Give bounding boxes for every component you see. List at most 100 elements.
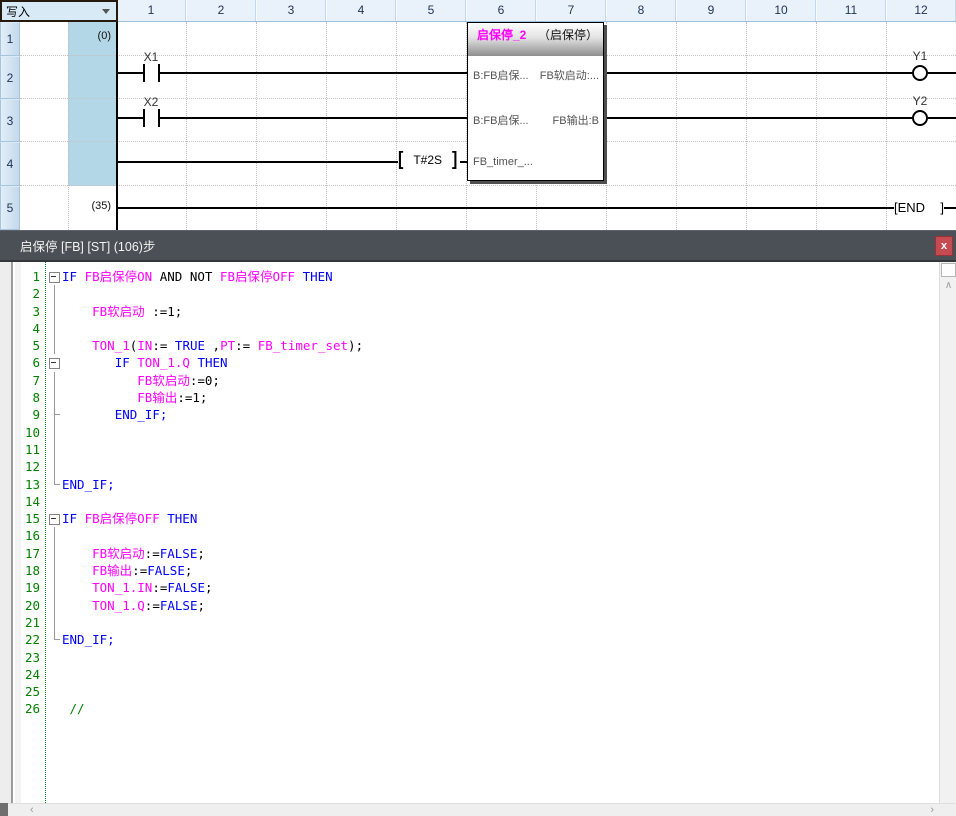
fold-guide: [47, 441, 62, 458]
fold-guide: [47, 337, 62, 354]
code-text: FB软启动:=FALSE;: [62, 545, 205, 562]
coil-y1-label[interactable]: Y1: [905, 49, 935, 63]
fold-guide: [47, 493, 62, 510]
row-header: 2: [0, 56, 20, 99]
app-window: 写入 123456789101112 12345 (0) (35) X1 Y1 …: [0, 0, 956, 816]
wire: [928, 117, 956, 119]
code-line: 26 //: [0, 700, 939, 717]
coil-y2-label[interactable]: Y2: [905, 94, 935, 108]
fold-guide: [47, 666, 62, 683]
wire: [944, 207, 956, 209]
coil-y1[interactable]: [912, 65, 928, 81]
wire: [118, 207, 894, 209]
code-line: 5 TON_1(IN:= TRUE ,PT:= FB_timer_set);: [0, 337, 939, 354]
fold-guide: [47, 631, 62, 648]
line-number: 11: [0, 441, 40, 458]
grid-line-v: [816, 22, 817, 230]
code-text: END_IF;: [62, 406, 167, 423]
code-text: END_IF;: [62, 476, 115, 493]
grid-line-v: [886, 22, 887, 230]
code-text: //: [62, 700, 85, 717]
coil-y2[interactable]: [912, 110, 928, 126]
fold-guide: [47, 683, 62, 700]
scroll-right-icon[interactable]: ›: [930, 804, 934, 816]
code-line: 12: [0, 458, 939, 475]
code-line: 15IF FB启保停OFF THEN: [0, 510, 939, 527]
ladder-editor: 写入 123456789101112 12345 (0) (35) X1 Y1 …: [0, 0, 956, 230]
line-number: 4: [0, 320, 40, 337]
fb-output-2: FB输出:B: [553, 112, 599, 128]
horizontal-scrollbar[interactable]: ‹ ›: [8, 803, 956, 816]
line-number: 25: [0, 683, 40, 700]
line-number: 14: [0, 493, 40, 510]
line-number: 8: [0, 389, 40, 406]
column-header: 11: [816, 0, 886, 21]
contact-x2-label[interactable]: X2: [137, 95, 165, 109]
line-number: 6: [0, 354, 40, 371]
code-line: 25: [0, 683, 939, 700]
grid-line-v: [326, 22, 327, 230]
code-text: END_IF;: [62, 631, 115, 648]
column-header: 4: [326, 0, 396, 21]
fold-toggle-icon[interactable]: [47, 354, 62, 371]
end-instruction[interactable]: [END ]: [894, 200, 944, 215]
code-text: FB输出:=1;: [62, 389, 207, 406]
grid-line-h: [20, 185, 956, 186]
line-number: 26: [0, 700, 40, 717]
code-text: IF FB启保停OFF THEN: [62, 510, 197, 527]
fold-toggle-icon[interactable]: [47, 268, 62, 285]
row-header: 3: [0, 99, 20, 142]
code-text: TON_1(IN:= TRUE ,PT:= FB_timer_set);: [62, 337, 363, 354]
fb-block-header: 启保停_2 （启保停）: [468, 23, 603, 56]
fold-guide: [47, 285, 62, 302]
scroll-up-icon[interactable]: ∧: [940, 280, 956, 291]
code-line: 22END_IF;: [0, 631, 939, 648]
code-line: 17 FB软启动:=FALSE;: [0, 545, 939, 562]
mode-selector-value: 写入: [2, 3, 102, 20]
fb-input-2: B:FB启保...: [473, 112, 529, 128]
fold-guide: [47, 303, 62, 320]
vertical-scrollbar[interactable]: ∧: [939, 262, 956, 803]
wire: [604, 72, 912, 74]
fold-guide: [47, 389, 62, 406]
grid-line-v: [256, 22, 257, 230]
grid-line-v: [606, 22, 607, 230]
timer-constant[interactable]: [ T#2S ]: [398, 151, 457, 169]
line-number: 23: [0, 649, 40, 666]
code-line: 19 TON_1.IN:=FALSE;: [0, 579, 939, 596]
line-number: 20: [0, 597, 40, 614]
code-line: 9 END_IF;: [0, 406, 939, 423]
wire: [160, 72, 467, 74]
mode-selector[interactable]: 写入: [0, 0, 118, 22]
fold-guide: [47, 562, 62, 579]
code-line: 4: [0, 320, 939, 337]
fold-guide: [47, 424, 62, 441]
st-editor[interactable]: 1IF FB启保停ON AND NOT FB启保停OFF THEN 23 FB软启…: [0, 262, 939, 803]
line-number: 12: [0, 458, 40, 475]
grid-line-v: [186, 22, 187, 230]
line-number: 19: [0, 579, 40, 596]
fb-block[interactable]: 启保停_2 （启保停） B:FB启保... B:FB启保... FB_timer…: [467, 22, 604, 181]
column-header: 8: [606, 0, 676, 21]
contact-x1-bar: [143, 64, 145, 82]
scroll-left-icon[interactable]: ‹: [30, 804, 34, 816]
contact-x1-label[interactable]: X1: [137, 50, 165, 64]
line-number: 7: [0, 372, 40, 389]
code-line: 3 FB软启动 :=1;: [0, 303, 939, 320]
grid-line-v: [676, 22, 677, 230]
close-icon[interactable]: x: [935, 236, 953, 256]
fold-toggle-icon[interactable]: [47, 510, 62, 527]
column-header: 5: [396, 0, 466, 21]
code-lines[interactable]: 1IF FB启保停ON AND NOT FB启保停OFF THEN 23 FB软启…: [0, 268, 939, 718]
fold-guide: [47, 320, 62, 337]
fb-type-name: （启保停）: [538, 26, 598, 56]
code-line: 1IF FB启保停ON AND NOT FB启保停OFF THEN: [0, 268, 939, 285]
code-line: 13END_IF;: [0, 476, 939, 493]
fb-window-titlebar[interactable]: 启保停 [FB] [ST] (106)步 x: [0, 230, 956, 262]
power-rail: [116, 22, 118, 230]
rung-selection-highlight[interactable]: [68, 22, 116, 186]
contact-x2-bar: [143, 109, 145, 127]
column-header: 6: [466, 0, 536, 21]
vertical-scrollbar-thumb[interactable]: [941, 263, 956, 277]
code-text: TON_1.Q:=FALSE;: [62, 597, 205, 614]
